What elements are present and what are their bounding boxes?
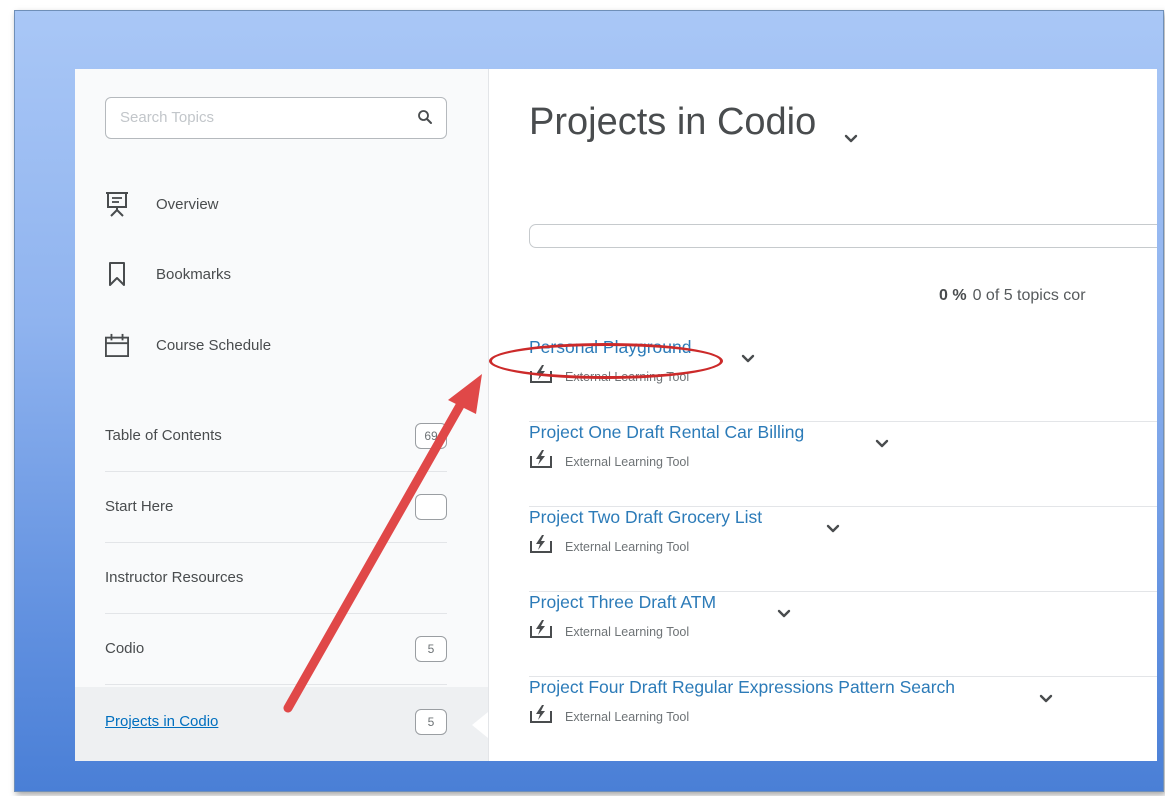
- external-tool-icon: [529, 704, 553, 729]
- page-title: Projects in Codio: [529, 101, 817, 143]
- nav-course-schedule[interactable]: Course Schedule: [105, 330, 271, 360]
- chevron-down-icon[interactable]: [844, 131, 858, 149]
- count-badge: [415, 494, 447, 520]
- topic-type-label: External Learning Tool: [565, 709, 690, 724]
- nav-label: Course Schedule: [156, 336, 272, 354]
- bookmark-icon: [105, 260, 129, 288]
- topic-type: External Learning Tool: [529, 619, 689, 644]
- toc-item-table-of-contents[interactable]: Table of Contents 69: [105, 401, 447, 472]
- external-tool-icon: [529, 449, 553, 474]
- calendar-icon: [105, 331, 129, 359]
- topic-item: Project Two Draft Grocery List External …: [529, 507, 1157, 592]
- topic-link[interactable]: Project One Draft Rental Car Billing: [529, 422, 804, 443]
- progress-summary: 0 % 0 of 5 topics cor: [939, 287, 1086, 305]
- presentation-icon: [105, 190, 129, 218]
- toc-item-start-here[interactable]: Start Here: [105, 472, 447, 543]
- topic-link[interactable]: Project Four Draft Regular Expressions P…: [529, 677, 955, 698]
- external-tool-icon: [529, 619, 553, 644]
- external-tool-icon: [529, 534, 553, 559]
- topic-item: Project One Draft Rental Car Billing Ext…: [529, 422, 1157, 507]
- topic-type-label: External Learning Tool: [565, 539, 690, 554]
- topic-type: External Learning Tool: [529, 534, 689, 559]
- topic-item: Project Three Draft ATM External Learnin…: [529, 592, 1157, 677]
- progress-percent: 0 %: [939, 287, 967, 304]
- topic-type: External Learning Tool: [529, 449, 689, 474]
- nav-bookmarks[interactable]: Bookmarks: [105, 259, 231, 289]
- topic-type-label: External Learning Tool: [565, 454, 690, 469]
- toc-label: Instructor Resources: [105, 569, 244, 586]
- topic-link[interactable]: Project Two Draft Grocery List: [529, 507, 762, 528]
- search-input[interactable]: Search Topics: [105, 97, 447, 139]
- topic-item: Project Four Draft Regular Expressions P…: [529, 677, 1157, 761]
- search-icon[interactable]: [417, 109, 433, 130]
- chevron-down-icon[interactable]: [875, 436, 889, 454]
- nav-label: Overview: [156, 195, 219, 213]
- toc-label: Start Here: [105, 498, 174, 515]
- topic-type: External Learning Tool: [529, 704, 689, 729]
- toc-label[interactable]: Projects in Codio: [105, 713, 218, 730]
- toc-label: Table of Contents: [105, 427, 222, 444]
- nav-overview[interactable]: Overview: [105, 189, 219, 219]
- count-badge: 5: [415, 709, 447, 735]
- toc-label: Codio: [105, 640, 145, 657]
- count-badge: 69: [415, 423, 447, 449]
- nav-label: Bookmarks: [156, 265, 232, 283]
- progress-count: 0 of 5 topics cor: [972, 287, 1086, 304]
- toc-item-codio[interactable]: Codio 5: [105, 614, 447, 685]
- topic-type-label: External Learning Tool: [565, 624, 690, 639]
- active-indicator-notch: [472, 712, 488, 738]
- search-placeholder: Search Topics: [120, 109, 214, 126]
- browser-content: Search Topics Overview Bookmarks Course …: [75, 69, 1157, 761]
- toc-item-projects-in-codio[interactable]: Projects in Codio 5: [105, 687, 447, 758]
- toc-item-instructor-resources[interactable]: Instructor Resources: [105, 543, 447, 614]
- chevron-down-icon[interactable]: [826, 521, 840, 539]
- topic-link[interactable]: Project Three Draft ATM: [529, 592, 716, 613]
- progress-bar: [529, 224, 1157, 248]
- chevron-down-icon[interactable]: [1039, 691, 1053, 709]
- sidebar: Search Topics Overview Bookmarks Course …: [75, 69, 489, 761]
- highlight-ellipse: [489, 343, 723, 379]
- chevron-down-icon[interactable]: [777, 606, 791, 624]
- main-content: Projects in Codio 0 % 0 of 5 topics cor P…: [489, 69, 1157, 761]
- chevron-down-icon[interactable]: [741, 351, 755, 369]
- count-badge: 5: [415, 636, 447, 662]
- screenshot-frame: Search Topics Overview Bookmarks Course …: [14, 10, 1164, 792]
